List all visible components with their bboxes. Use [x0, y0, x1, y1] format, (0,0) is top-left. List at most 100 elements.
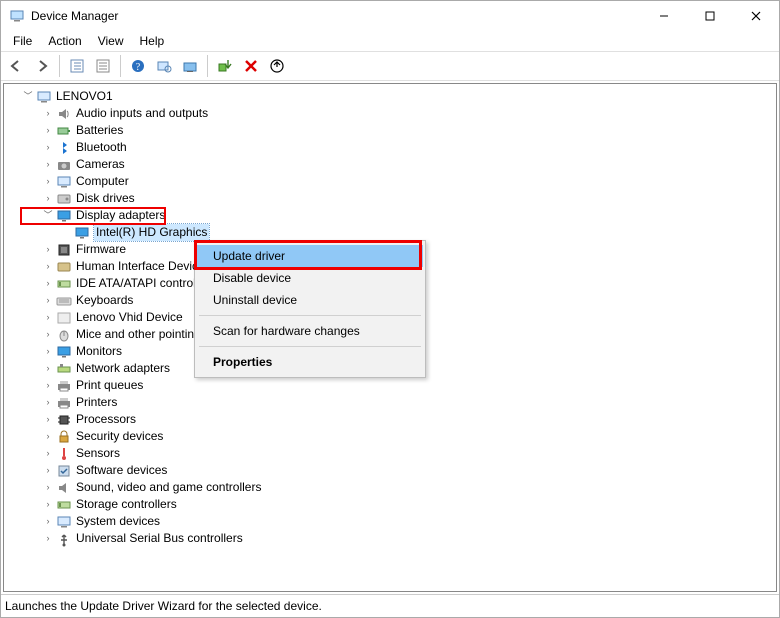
keyboard-icon — [56, 293, 72, 309]
chevron-right-icon[interactable]: › — [42, 244, 54, 256]
tree-category[interactable]: ›Security devices — [8, 428, 776, 445]
ctx-disable-device[interactable]: Disable device — [197, 267, 423, 289]
tree-category[interactable]: › Sensors — [8, 445, 776, 462]
chevron-right-icon[interactable]: › — [42, 363, 54, 375]
uninstall-device-button[interactable] — [266, 55, 288, 77]
chevron-right-icon[interactable]: › — [42, 108, 54, 120]
network-icon — [56, 361, 72, 377]
tree-category-label: Bluetooth — [76, 139, 127, 156]
firmware-icon — [56, 242, 72, 258]
cpu-icon — [56, 412, 72, 428]
window-title: Device Manager — [31, 9, 118, 23]
chevron-down-icon[interactable]: ﹀ — [42, 210, 54, 222]
menu-view[interactable]: View — [92, 32, 130, 50]
tree-category-label: Sensors — [76, 445, 120, 462]
chevron-right-icon[interactable]: › — [42, 499, 54, 511]
tree-category-label: Batteries — [76, 122, 123, 139]
tree-category[interactable]: › Print queues — [8, 377, 776, 394]
tree-category-label: Universal Serial Bus controllers — [76, 530, 243, 547]
app-icon — [9, 8, 25, 24]
device-tree-panel: ﹀ LENOVO1 › Audio inputs and outputs › Batt… — [3, 83, 777, 592]
tree-root[interactable]: ﹀ LENOVO1 — [8, 88, 776, 105]
ctx-properties[interactable]: Properties — [197, 351, 423, 373]
show-hide-tree-button[interactable] — [66, 55, 88, 77]
chevron-right-icon[interactable]: › — [42, 193, 54, 205]
tree-category-label: System devices — [76, 513, 160, 530]
back-button[interactable] — [5, 55, 27, 77]
tree-category[interactable]: ›Cameras — [8, 156, 776, 173]
device-manager-window: Device Manager File Action View Help ? ﹀ — [0, 0, 780, 618]
tree-category-label: Audio inputs and outputs — [76, 105, 208, 122]
tree-category-label: Firmware — [76, 241, 126, 258]
chevron-right-icon[interactable]: › — [42, 295, 54, 307]
properties-button[interactable] — [92, 55, 121, 77]
ctx-update-driver[interactable]: Update driver — [197, 245, 423, 267]
display-icon — [56, 208, 72, 224]
close-button[interactable] — [733, 1, 779, 31]
menu-action[interactable]: Action — [42, 32, 87, 50]
tree-category[interactable]: › System devices — [8, 513, 776, 530]
tree-category-label: Storage controllers — [76, 496, 177, 513]
chevron-right-icon[interactable]: › — [42, 380, 54, 392]
chevron-right-icon[interactable]: › — [42, 448, 54, 460]
computer-icon — [36, 89, 52, 105]
tree-category[interactable]: ›Software devices — [8, 462, 776, 479]
chevron-right-icon[interactable]: › — [42, 431, 54, 443]
printq-icon — [56, 378, 72, 394]
tree-category-label: Print queues — [76, 377, 143, 394]
chevron-down-icon[interactable]: ﹀ — [22, 91, 34, 103]
enable-device-button[interactable] — [214, 55, 236, 77]
chevron-right-icon[interactable]: › — [42, 414, 54, 426]
tree-category[interactable]: ›Printers — [8, 394, 776, 411]
maximize-button[interactable] — [687, 1, 733, 31]
tree-category[interactable]: › Batteries — [8, 122, 776, 139]
chevron-right-icon[interactable]: › — [42, 278, 54, 290]
software-icon — [56, 463, 72, 479]
tree-category[interactable]: ›Processors — [8, 411, 776, 428]
ctx-uninstall-device[interactable]: Uninstall device — [197, 289, 423, 311]
tree-category[interactable]: ›Computer — [8, 173, 776, 190]
chevron-right-icon[interactable]: › — [42, 125, 54, 137]
chevron-right-icon[interactable]: › — [42, 346, 54, 358]
sensor-icon — [56, 446, 72, 462]
chevron-right-icon[interactable]: › — [42, 533, 54, 545]
update-driver-button[interactable] — [179, 55, 208, 77]
scan-hardware-button[interactable] — [153, 55, 175, 77]
tree-root-label: LENOVO1 — [56, 88, 113, 105]
monitor-icon — [56, 344, 72, 360]
chevron-right-icon[interactable]: › — [42, 397, 54, 409]
tree-category[interactable]: ﹀Display adapters — [8, 207, 776, 224]
chevron-right-icon[interactable]: › — [42, 329, 54, 341]
menu-file[interactable]: File — [7, 32, 38, 50]
chevron-right-icon[interactable]: › — [42, 516, 54, 528]
help-button[interactable]: ? — [127, 55, 149, 77]
chevron-right-icon[interactable]: › — [42, 176, 54, 188]
audio-icon — [56, 106, 72, 122]
chevron-right-icon[interactable]: › — [42, 261, 54, 273]
tree-category[interactable]: › Universal Serial Bus controllers — [8, 530, 776, 547]
chevron-right-icon[interactable]: › — [42, 312, 54, 324]
disable-device-button[interactable] — [240, 55, 262, 77]
tree-category[interactable]: › Audio inputs and outputs — [8, 105, 776, 122]
spacer — [60, 227, 72, 239]
lenovo-icon — [56, 310, 72, 326]
tree-device[interactable]: Intel(R) HD Graphics — [8, 224, 776, 241]
tree-category[interactable]: ›Sound, video and game controllers — [8, 479, 776, 496]
chevron-right-icon[interactable]: › — [42, 465, 54, 477]
context-menu: Update driver Disable device Uninstall d… — [194, 240, 426, 378]
chevron-right-icon[interactable]: › — [42, 482, 54, 494]
disk-icon — [56, 191, 72, 207]
minimize-button[interactable] — [641, 1, 687, 31]
tree-category-label: Network adapters — [76, 360, 170, 377]
chevron-right-icon[interactable]: › — [42, 159, 54, 171]
tree-category[interactable]: › Storage controllers — [8, 496, 776, 513]
tree-category[interactable]: ›Disk drives — [8, 190, 776, 207]
ctx-scan-hardware[interactable]: Scan for hardware changes — [197, 320, 423, 342]
menu-help[interactable]: Help — [134, 32, 171, 50]
security-icon — [56, 429, 72, 445]
forward-button[interactable] — [31, 55, 60, 77]
separator — [199, 346, 421, 347]
chevron-right-icon[interactable]: › — [42, 142, 54, 154]
svg-text:?: ? — [136, 62, 141, 73]
tree-category[interactable]: › Bluetooth — [8, 139, 776, 156]
